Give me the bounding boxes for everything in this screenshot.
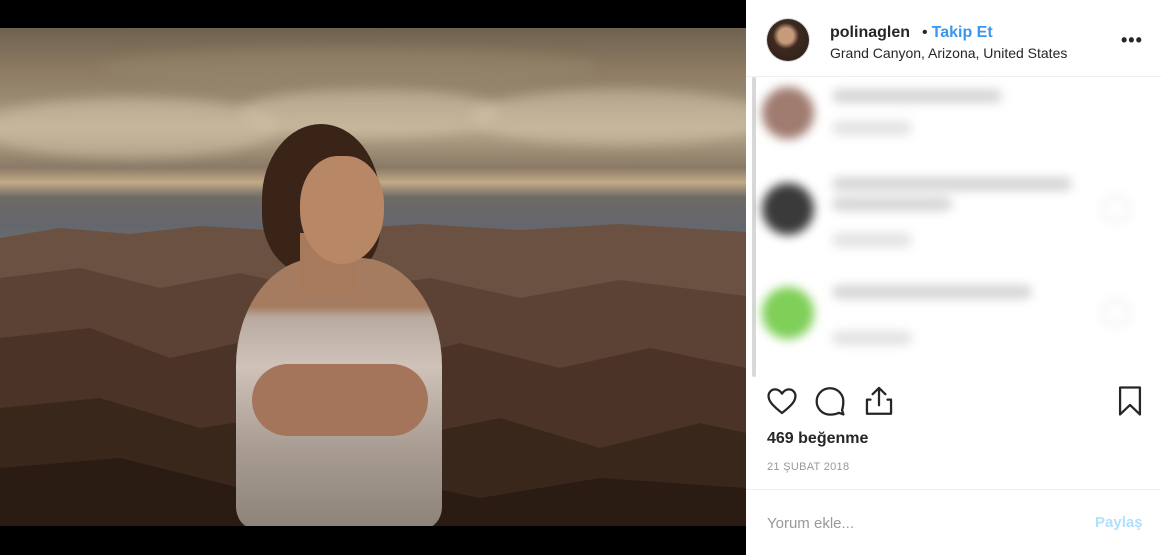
follow-label: Takip Et	[931, 24, 993, 41]
username-link[interactable]: polinaglen	[830, 24, 910, 42]
list-item	[762, 277, 1142, 373]
add-comment-input[interactable]	[767, 508, 1067, 538]
comments-list	[746, 77, 1161, 377]
divider	[746, 489, 1161, 490]
list-item	[762, 77, 1142, 173]
location-link[interactable]: Grand Canyon, Arizona, United States	[830, 45, 1067, 61]
post-date[interactable]: 21 ŞUBAT 2018	[767, 461, 849, 473]
follow-button[interactable]: • Takip Et	[922, 24, 993, 42]
heart-icon[interactable]	[765, 384, 801, 420]
bookmark-icon[interactable]	[1113, 384, 1149, 420]
avatar[interactable]	[767, 19, 809, 61]
post-header: polinaglen • Takip Et Grand Canyon, Arizo…	[746, 0, 1161, 77]
post-comment-button[interactable]: Paylaş	[1095, 514, 1143, 531]
post-photo[interactable]	[0, 28, 746, 526]
likes-count[interactable]: 469 beğenme	[767, 430, 868, 448]
post-actions	[746, 384, 1161, 424]
comments-scrollbar[interactable]	[752, 77, 756, 377]
list-item	[762, 173, 1142, 269]
share-icon[interactable]	[862, 384, 898, 420]
separator-dot: •	[922, 24, 928, 41]
post-sidebar: polinaglen • Takip Et Grand Canyon, Arizo…	[746, 0, 1161, 555]
comment-icon[interactable]	[813, 384, 849, 420]
post-media	[0, 0, 746, 555]
more-options-icon[interactable]: •••	[1121, 30, 1143, 51]
